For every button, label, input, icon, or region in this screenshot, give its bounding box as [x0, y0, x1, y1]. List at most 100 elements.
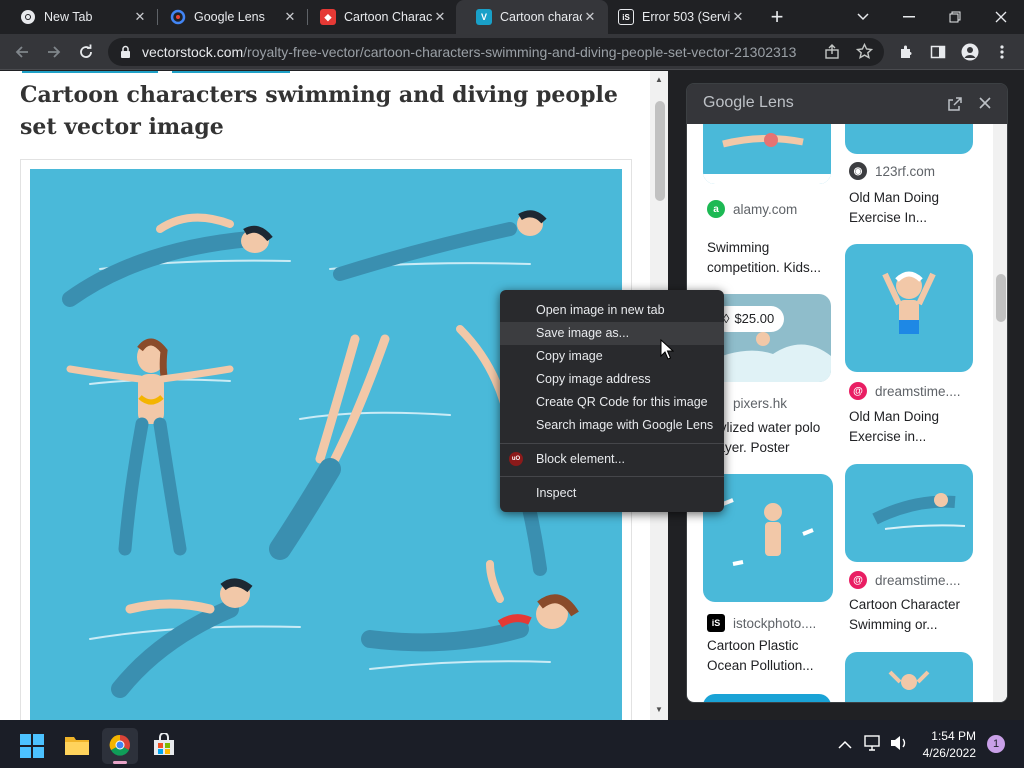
close-panel-icon[interactable] — [978, 96, 992, 115]
tab-error-503[interactable]: iS Error 503 (Servic ✕ — [598, 0, 756, 34]
result-title[interactable]: Old Man Doing Exercise In... — [849, 188, 979, 228]
result-source[interactable]: ◉ 123rf.com — [849, 162, 935, 180]
bookmark-star-icon[interactable] — [855, 42, 874, 65]
network-icon[interactable] — [864, 735, 882, 756]
result-title[interactable]: Old Man Doing Exercise in... — [849, 407, 979, 447]
scroll-down-icon[interactable]: ▼ — [655, 705, 663, 714]
taskbar: 1:54 PM 4/26/2022 1 — [0, 720, 1024, 768]
tab-cartoon-red[interactable]: ◆ Cartoon Charact ✕ — [300, 0, 458, 34]
close-icon — [995, 11, 1007, 23]
tab-cartoon-vectorstock[interactable]: V Cartoon charact ✕ — [456, 0, 608, 34]
new-tab-button[interactable]: + — [755, 0, 799, 34]
chevron-up-icon[interactable] — [838, 737, 852, 755]
scrollbar-thumb[interactable] — [996, 274, 1006, 322]
swimmer-figure-1 — [62, 213, 273, 307]
puzzle-icon — [901, 45, 912, 58]
file-explorer-icon[interactable] — [64, 734, 90, 761]
close-tab-icon[interactable]: ✕ — [432, 9, 448, 25]
tab-label: Cartoon charact — [500, 10, 582, 24]
tab-strip: New Tab ✕ Google Lens ✕ ◆ Cartoon Charac… — [0, 0, 1024, 34]
result-image[interactable] — [845, 244, 973, 372]
menu-button[interactable] — [990, 40, 1014, 64]
result-image[interactable] — [845, 652, 973, 702]
reload-button[interactable] — [74, 40, 98, 64]
result-source-text: pixers.hk — [733, 395, 788, 411]
result-source-text: istockphoto.... — [733, 615, 817, 631]
url-text[interactable]: vectorstock.com/royalty-free-vector/cart… — [142, 44, 796, 60]
tab-new-tab[interactable]: New Tab ✕ — [0, 0, 158, 34]
result-source-text: dreamstime.... — [875, 572, 961, 588]
open-new-tab-icon[interactable] — [947, 96, 963, 117]
chrome-taskbar-button[interactable] — [102, 728, 138, 764]
tab-search-button[interactable] — [840, 0, 886, 34]
share-icon[interactable] — [824, 44, 840, 65]
close-tab-icon[interactable]: ✕ — [582, 9, 598, 25]
close-tab-icon[interactable]: ✕ — [132, 9, 148, 25]
menu-item-copy-image[interactable]: Copy image — [500, 345, 724, 368]
forward-button[interactable] — [42, 40, 66, 64]
menu-item-open-image-new-tab[interactable]: Open image in new tab — [500, 299, 724, 322]
lens-title: Google Lens — [703, 94, 794, 111]
result-image[interactable] — [845, 464, 973, 562]
microsoft-store-icon[interactable] — [152, 732, 176, 762]
menu-item-inspect[interactable]: Inspect — [500, 482, 724, 505]
volume-icon[interactable] — [890, 735, 908, 756]
swimmer-figure-6 — [361, 560, 579, 652]
result-title[interactable]: Cartoon Plastic Ocean Pollution... — [707, 636, 837, 676]
result-source[interactable]: @ dreamstime.... — [849, 571, 961, 589]
result-source[interactable]: a alamy.com — [707, 200, 797, 218]
swimming-character-thumbnail — [872, 493, 966, 530]
profile-button[interactable] — [958, 40, 982, 64]
alamy-icon: a — [707, 200, 725, 218]
category-tag[interactable] — [172, 71, 290, 73]
clock-time[interactable]: 1:54 PM — [920, 729, 976, 743]
side-panel-button[interactable] — [926, 40, 950, 64]
category-tag[interactable] — [22, 71, 158, 73]
result-image[interactable] — [703, 124, 831, 184]
extensions-button[interactable] — [894, 40, 918, 64]
result-title[interactable]: Cartoon Character Swimming or... — [849, 595, 979, 635]
vectorstock-icon: V — [476, 9, 492, 25]
swimmer-figure-5 — [111, 578, 253, 698]
kebab-menu-icon — [1000, 45, 1004, 59]
menu-item-save-image-as[interactable]: Save image as... — [500, 322, 724, 345]
menu-item-search-google-lens[interactable]: Search image with Google Lens — [500, 414, 724, 437]
scroll-up-icon[interactable]: ▲ — [655, 75, 663, 84]
close-tab-icon[interactable]: ✕ — [282, 9, 298, 25]
minimize-button[interactable] — [886, 0, 932, 34]
menu-item-block-element[interactable]: Block element... — [500, 448, 724, 471]
result-title[interactable]: Swimming competition. Kids... — [707, 238, 837, 278]
url-host: vectorstock.com — [142, 44, 244, 60]
lens-scrollbar[interactable] — [993, 124, 1007, 702]
result-source[interactable]: iS istockphoto.... — [707, 614, 816, 632]
menu-item-copy-image-address[interactable]: Copy image address — [500, 368, 724, 391]
side-panel-icon — [930, 45, 946, 59]
google-lens-icon — [170, 9, 186, 25]
arrow-left-icon — [15, 46, 28, 58]
result-image[interactable] — [845, 124, 973, 154]
back-button[interactable] — [10, 40, 34, 64]
istock-icon: iS — [707, 614, 725, 632]
windows-start-icon[interactable] — [20, 734, 44, 763]
tab-label: Error 503 (Servic — [642, 10, 730, 24]
lens-results: a alamy.com Swimming competition. Kids..… — [687, 124, 1007, 702]
app-red-icon: ◆ — [320, 9, 336, 25]
restore-icon — [949, 11, 961, 23]
close-window-button[interactable] — [978, 0, 1024, 34]
restore-button[interactable] — [932, 0, 978, 34]
clock-date[interactable]: 4/26/2022 — [916, 746, 976, 760]
scrollbar-thumb[interactable] — [655, 101, 665, 201]
mouse-cursor-icon — [660, 338, 675, 366]
close-tab-icon[interactable]: ✕ — [730, 9, 746, 25]
result-title[interactable]: Stylized water polo player. Poster — [707, 418, 837, 458]
lock-icon[interactable] — [120, 45, 131, 64]
notification-badge[interactable]: 1 — [987, 735, 1005, 753]
active-indicator — [113, 761, 127, 764]
menu-item-create-qr-code[interactable]: Create QR Code for this image — [500, 391, 724, 414]
chrome-icon — [20, 9, 36, 25]
address-bar[interactable]: vectorstock.com/royalty-free-vector/cart… — [108, 38, 884, 66]
tab-google-lens[interactable]: Google Lens ✕ — [150, 0, 308, 34]
result-source[interactable]: @ dreamstime.... — [849, 382, 961, 400]
result-image[interactable] — [703, 694, 831, 702]
menu-separator — [500, 476, 724, 477]
